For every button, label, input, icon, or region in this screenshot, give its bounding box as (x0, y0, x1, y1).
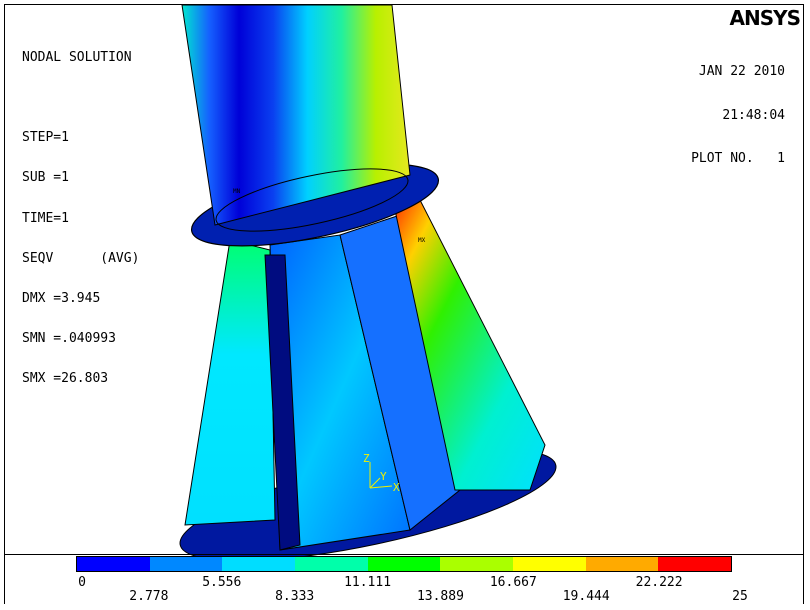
info-time: TIME=1 (22, 210, 69, 226)
legend-swatch (440, 557, 514, 571)
fin-left (184, 239, 276, 526)
logo-text: ANSYS (729, 6, 801, 30)
ansys-logo: ANSYS (729, 6, 801, 30)
legend-tick-label: 25 (732, 589, 748, 604)
min-marker: MN (233, 188, 241, 195)
plot-number: PLOT NO. 1 (691, 151, 785, 166)
contour-legend (76, 556, 732, 572)
legend-swatch (295, 557, 368, 571)
max-marker: MX (418, 237, 426, 244)
legend-swatch (149, 557, 223, 571)
info-smn: SMN =.040993 (22, 331, 116, 347)
axis-z-label: Z (363, 452, 370, 465)
axis-x-label: X (393, 481, 400, 494)
legend-tick-label: 11.111 (344, 575, 392, 590)
legend-tick-label: 5.556 (202, 575, 242, 590)
axis-y-label: Y (380, 470, 387, 483)
legend-swatch (585, 557, 659, 571)
legend-tick-label: 2.778 (129, 589, 169, 604)
legend-separator (4, 554, 804, 555)
plot-info: JAN 22 2010 21:48:04 PLOT NO. 1 (691, 36, 785, 181)
legend-swatch (513, 557, 586, 571)
legend-tick-label: 13.889 (416, 589, 464, 604)
plot-time: 21:48:04 (722, 107, 785, 123)
legend-tick-label: 0 (78, 575, 86, 590)
info-smx: SMX =26.803 (22, 371, 109, 387)
legend-tick-label: 8.333 (275, 589, 315, 604)
solution-info: NODAL SOLUTION STEP=1 SUB =1 TIME=1 SEQV… (22, 24, 139, 399)
legend-swatch (222, 557, 296, 571)
legend-swatch (658, 557, 732, 571)
info-step: STEP=1 (22, 130, 69, 146)
info-dmx: DMX =3.945 (22, 291, 101, 307)
legend-tick-label: 22.222 (635, 575, 683, 590)
info-result: SEQV (AVG) (22, 250, 140, 266)
solution-title: NODAL SOLUTION (22, 49, 132, 65)
legend-swatch (367, 557, 441, 571)
legend-tick-label: 16.667 (489, 575, 537, 590)
info-sub: SUB =1 (22, 170, 69, 186)
legend-tick-label: 19.444 (562, 589, 610, 604)
legend-swatch (77, 557, 150, 571)
plot-date: JAN 22 2010 (698, 64, 785, 79)
